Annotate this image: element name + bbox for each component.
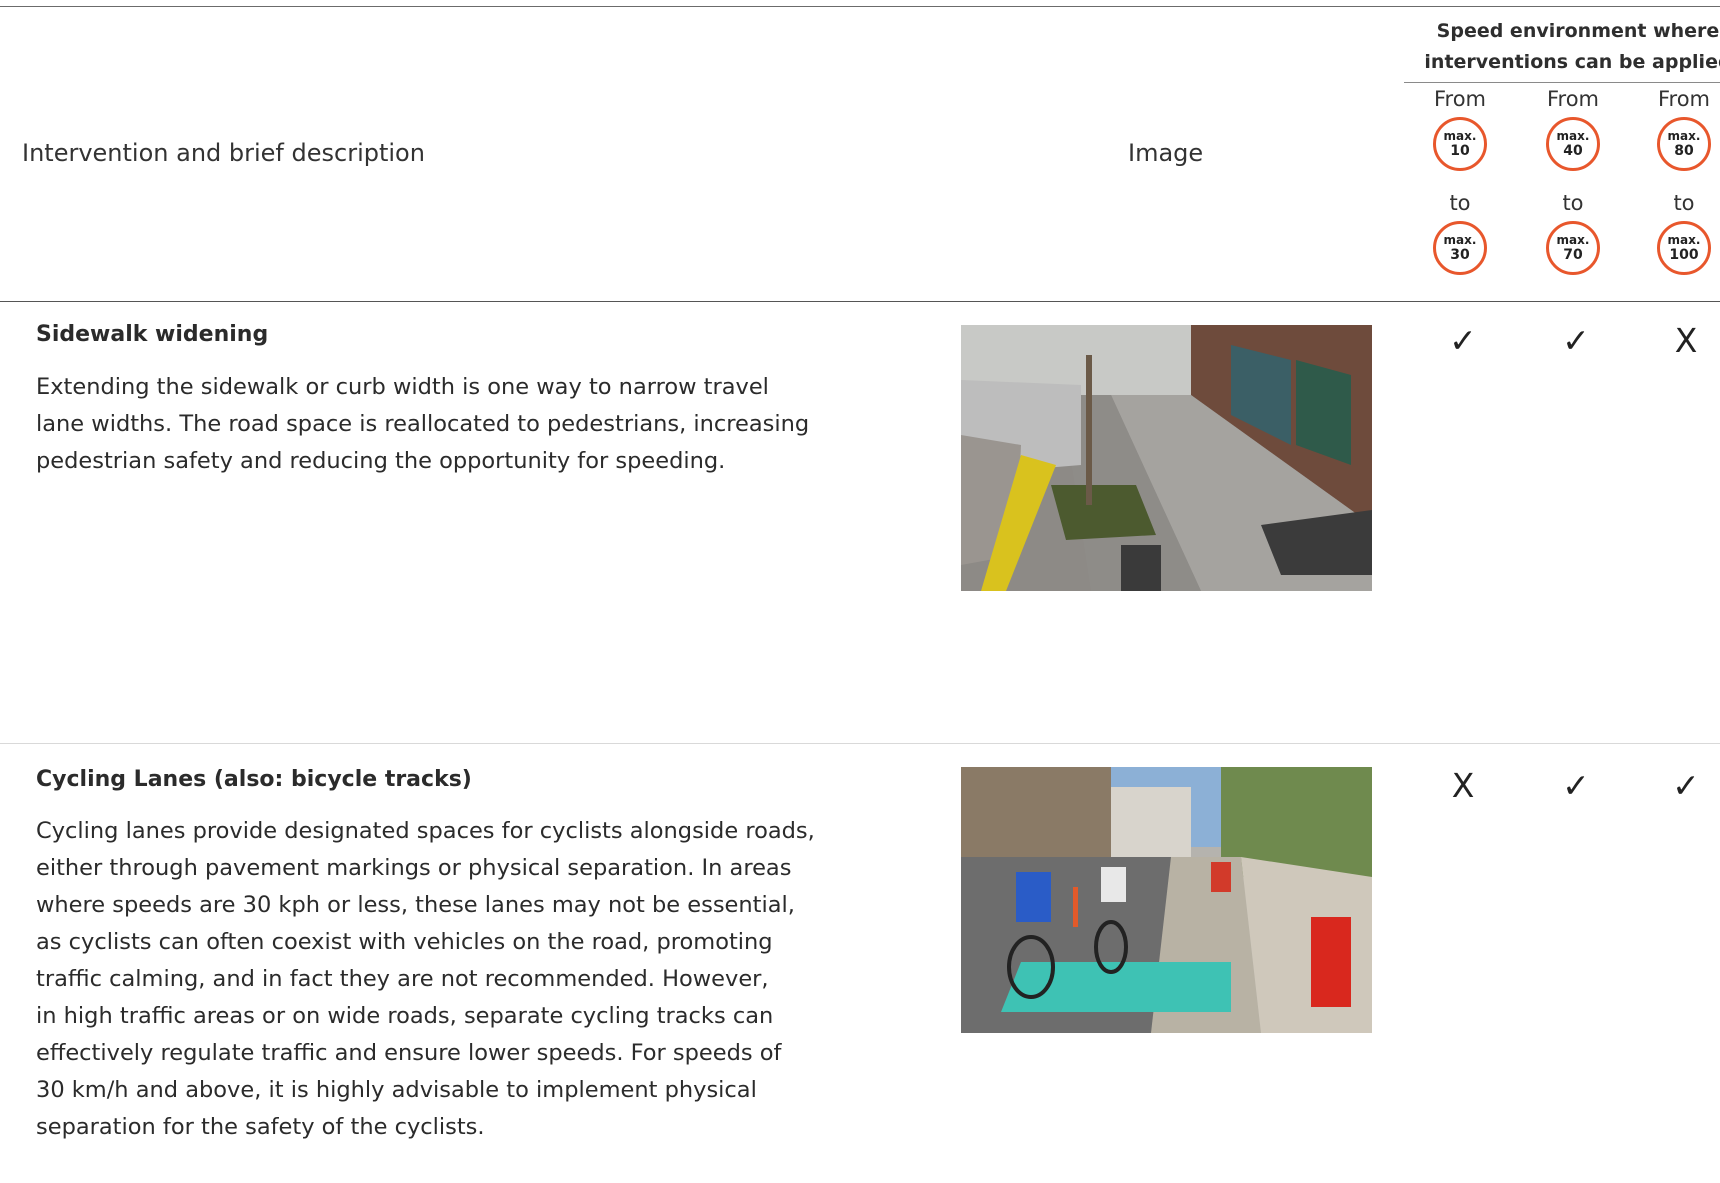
top-rule <box>0 6 1720 7</box>
speed-limit-sign-icon: max. 40 <box>1546 117 1600 171</box>
check-mark-icon: ✓ <box>1562 766 1590 805</box>
from-label: From <box>1657 87 1711 111</box>
to-label: to <box>1562 191 1584 215</box>
speed-title-line-2: interventions can be applied <box>1424 51 1720 73</box>
row-description-sidewalk-widening: Extending the sidewalk or curb width is … <box>36 369 896 480</box>
speed-title-line-1: Speed environment where <box>1436 20 1720 42</box>
speed-limit-prefix: max. <box>1667 129 1701 143</box>
image-column-header: Image <box>1128 139 1204 167</box>
speed-limit-sign-icon: max. 100 <box>1657 221 1711 275</box>
speed-limit-value: 70 <box>1563 247 1583 263</box>
speed-limit-value: 40 <box>1563 143 1583 159</box>
speed-limit-prefix: max. <box>1667 233 1701 247</box>
check-mark-icon: ✓ <box>1562 321 1590 360</box>
from-label: From <box>1433 87 1487 111</box>
speed-limit-sign-icon: max. 10 <box>1433 117 1487 171</box>
cross-mark-icon: X <box>1451 766 1475 805</box>
cross-mark-icon: X <box>1674 321 1698 360</box>
description-line: Extending the sidewalk or curb width is … <box>36 374 769 400</box>
speed-limit-sign-icon: max. 70 <box>1546 221 1600 275</box>
header-divider <box>0 301 1720 302</box>
sidewalk-widening-photo <box>961 325 1372 591</box>
description-line: traffic calming, and in fact they are no… <box>36 966 769 992</box>
description-line: separation for the safety of the cyclist… <box>36 1114 485 1140</box>
speed-limit-prefix: max. <box>1556 233 1590 247</box>
description-line: pedestrian safety and reducing the oppor… <box>36 448 726 474</box>
speed-limit-value: 100 <box>1669 247 1699 263</box>
description-line: lane widths. The road space is reallocat… <box>36 411 810 437</box>
speed-limit-sign-icon: max. 80 <box>1657 117 1711 171</box>
speed-limit-value: 30 <box>1450 247 1470 263</box>
to-label: to <box>1449 191 1471 215</box>
description-line: as cyclists can often coexist with vehic… <box>36 929 773 955</box>
speed-column-2: From max. 40 to max. 70 <box>1532 85 1614 275</box>
speed-limit-prefix: max. <box>1556 129 1590 143</box>
speed-limit-prefix: max. <box>1443 233 1477 247</box>
cycling-lanes-photo <box>961 767 1372 1033</box>
speed-column-1: From max. 10 to max. 30 <box>1419 85 1501 275</box>
description-column-header: Intervention and brief description <box>22 139 425 167</box>
row-description-cycling-lanes: Cycling lanes provide designated spaces … <box>36 813 896 1146</box>
speed-limit-value: 10 <box>1450 143 1470 159</box>
speed-limit-sign-icon: max. 30 <box>1433 221 1487 275</box>
speed-limit-value: 80 <box>1674 143 1694 159</box>
description-line: Cycling lanes provide designated spaces … <box>36 818 815 844</box>
speed-environment-title: Speed environment where interventions ca… <box>1418 16 1720 78</box>
to-label: to <box>1673 191 1695 215</box>
description-line: effectively regulate traffic and ensure … <box>36 1040 782 1066</box>
description-line: 30 km/h and above, it is highly advisabl… <box>36 1077 757 1103</box>
speed-environment-header: Speed environment where interventions ca… <box>1404 12 1720 83</box>
description-line: in high traffic areas or on wide roads, … <box>36 1003 774 1029</box>
check-mark-icon: ✓ <box>1672 766 1700 805</box>
speed-column-3: From max. 80 to max. 100 <box>1643 85 1720 275</box>
speed-limit-prefix: max. <box>1443 129 1477 143</box>
description-line: where speeds are 30 kph or less, these l… <box>36 892 795 918</box>
description-line: either through pavement markings or phys… <box>36 855 792 881</box>
row-title-sidewalk-widening: Sidewalk widening <box>36 322 269 347</box>
row-title-cycling-lanes: Cycling Lanes (also: bicycle tracks) <box>36 767 472 792</box>
from-label: From <box>1546 87 1600 111</box>
check-mark-icon: ✓ <box>1449 321 1477 360</box>
row-divider <box>0 743 1720 744</box>
